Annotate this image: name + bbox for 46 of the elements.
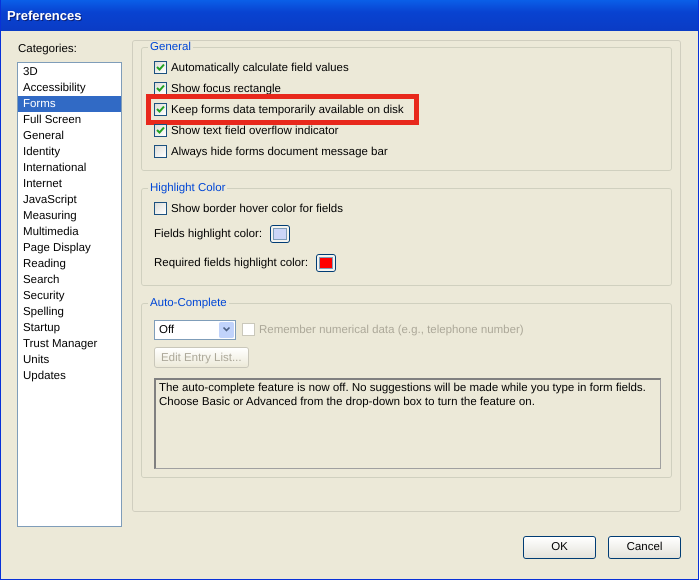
checkbox[interactable]	[154, 124, 167, 137]
color-picker[interactable]	[270, 224, 290, 242]
checkbox[interactable]	[154, 145, 167, 158]
categories-label: Categories:	[17, 42, 78, 57]
category-item[interactable]: International	[18, 160, 121, 176]
window-title: Preferences	[7, 8, 82, 23]
category-item[interactable]: Spelling	[18, 304, 121, 320]
category-item[interactable]: General	[18, 128, 121, 144]
checkbox[interactable]	[154, 82, 167, 95]
group-title: Highlight Color	[149, 182, 226, 194]
option-label: Keep forms data temporarily available on disk	[171, 104, 404, 116]
category-item[interactable]: Startup	[18, 320, 121, 336]
category-item[interactable]: Units	[18, 352, 121, 368]
option-label: Always hide forms document message bar	[171, 146, 388, 158]
category-item[interactable]: Multimedia	[18, 224, 121, 240]
category-item[interactable]: 3D	[18, 64, 121, 80]
checkbox[interactable]	[154, 103, 167, 116]
category-item[interactable]: Full Screen	[18, 112, 121, 128]
dialog-button[interactable]: Cancel	[608, 536, 681, 558]
category-item[interactable]: Measuring	[18, 208, 121, 224]
description-text: The auto-complete feature is now off. No suggestions will be made while you type in form fields. Choose Basic or Advanced from the drop-down box to turn the feature on.	[159, 382, 646, 408]
category-item[interactable]: Reading	[18, 256, 121, 272]
color-picker[interactable]	[316, 254, 336, 272]
category-item[interactable]: Security	[18, 288, 121, 304]
category-item[interactable]: Trust Manager	[18, 336, 121, 352]
category-item[interactable]: Internet	[18, 176, 121, 192]
category-item[interactable]: Forms	[18, 96, 121, 112]
option-label: Show text field overflow indicator	[171, 124, 338, 136]
category-item[interactable]: Updates	[18, 368, 121, 384]
category-item[interactable]: Accessibility	[18, 80, 121, 96]
group-title: General	[149, 41, 192, 53]
option-label: Remember numerical data (e.g., telephone number)	[259, 324, 524, 336]
category-item[interactable]: JavaScript	[18, 192, 121, 208]
dropdown[interactable]: Off	[154, 320, 236, 340]
option-label: Show focus rectangle	[171, 82, 281, 94]
group-title: Auto-Complete	[149, 297, 228, 309]
color-label: Fields highlight color:	[154, 228, 262, 240]
checkbox[interactable]	[154, 61, 167, 74]
category-item[interactable]: Identity	[18, 144, 121, 160]
dialog-button[interactable]: OK	[523, 536, 596, 558]
category-item[interactable]: Search	[18, 272, 121, 288]
category-item[interactable]: Page Display	[18, 240, 121, 256]
option-label: Show border hover color for fields	[171, 202, 343, 214]
color-label: Required fields highlight color:	[154, 256, 308, 268]
checkbox[interactable]	[154, 202, 167, 215]
option-label: Automatically calculate field values	[171, 62, 349, 74]
